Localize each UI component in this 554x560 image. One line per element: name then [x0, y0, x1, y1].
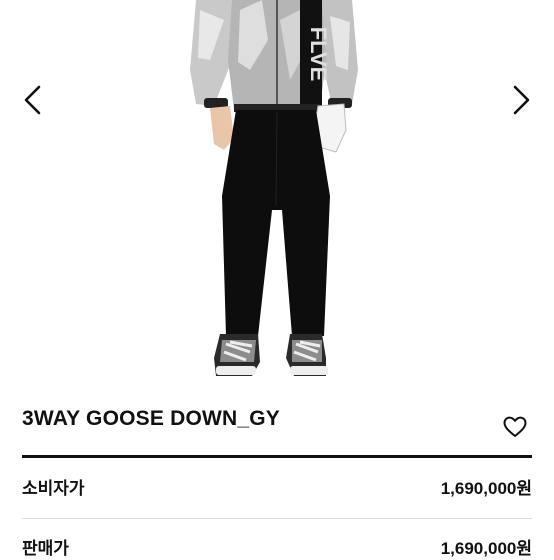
- sale-price-label: 판매가: [22, 538, 69, 558]
- sale-price-row: 판매가 1,690,000원: [22, 532, 532, 560]
- next-image-button[interactable]: [502, 82, 538, 118]
- retail-price-label: 소비자가: [22, 478, 85, 498]
- sale-price-value: 1,690,000원: [440, 538, 532, 558]
- price-divider: [22, 518, 532, 519]
- chevron-left-icon: [24, 85, 41, 115]
- jacket-print: FLVE: [306, 27, 331, 82]
- heart-icon: [503, 416, 527, 437]
- title-divider: [22, 455, 532, 458]
- retail-price-value: 1,690,000원: [440, 478, 532, 498]
- prev-image-button[interactable]: [16, 82, 52, 118]
- retail-price-row: 소비자가 1,690,000원: [22, 472, 532, 500]
- product-image[interactable]: FLVE: [0, 0, 554, 385]
- chevron-right-icon: [513, 85, 530, 115]
- wishlist-button[interactable]: [502, 414, 528, 440]
- product-title: 3WAY GOOSE DOWN_GY: [22, 407, 280, 430]
- model-photo: FLVE: [190, 0, 358, 376]
